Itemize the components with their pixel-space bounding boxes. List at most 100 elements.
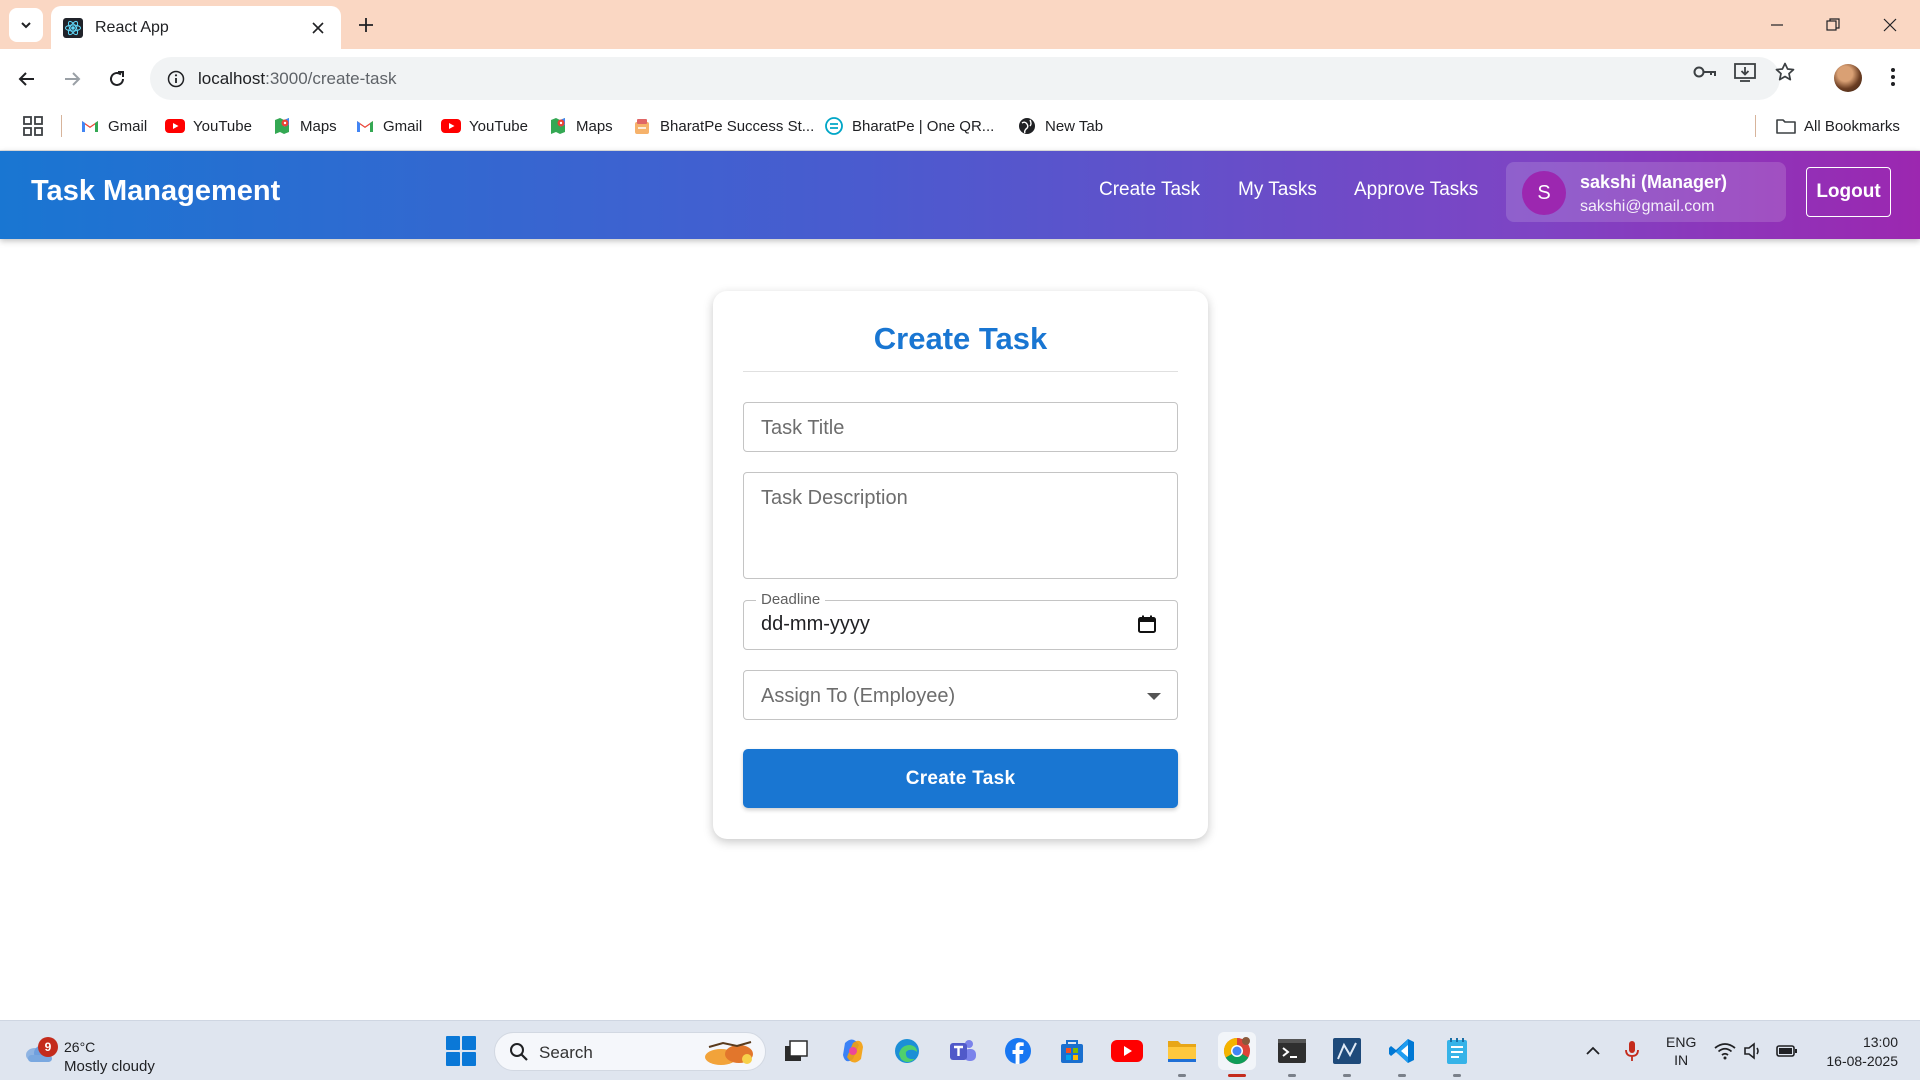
show-hidden-icons-button[interactable]: [1582, 1040, 1604, 1062]
facebook-button[interactable]: [999, 1032, 1037, 1070]
wifi-icon[interactable]: [1714, 1040, 1736, 1062]
edge-icon: [895, 1039, 919, 1063]
bookmarks-separator: [1755, 115, 1756, 137]
back-button[interactable]: [10, 62, 44, 96]
bookmark-maps-2[interactable]: Maps: [548, 113, 613, 139]
task-description-textarea[interactable]: Task Description: [743, 472, 1178, 579]
new-tab-button[interactable]: [352, 11, 380, 39]
bookmark-maps[interactable]: Maps: [272, 113, 337, 139]
notepad-icon: [1447, 1038, 1467, 1064]
minimize-button[interactable]: [1760, 8, 1794, 42]
search-icon: [510, 1043, 528, 1061]
close-tab-icon[interactable]: [307, 17, 329, 39]
bookmark-gmail[interactable]: Gmail: [80, 113, 147, 139]
nav-create-task[interactable]: Create Task: [1099, 179, 1200, 201]
task-view-button[interactable]: [777, 1032, 815, 1070]
url-host: localhost: [198, 68, 266, 88]
gmail-icon: [355, 116, 375, 136]
calendar-icon[interactable]: [1137, 614, 1157, 634]
system-clock[interactable]: 13:00 16-08-2025: [1816, 1033, 1898, 1071]
teams-button[interactable]: [944, 1032, 982, 1070]
bharatpe-qr-icon: [824, 116, 844, 136]
chrome-button[interactable]: [1218, 1032, 1256, 1070]
notification-badge: 9: [38, 1037, 58, 1057]
store-button[interactable]: [1053, 1032, 1091, 1070]
arrow-right-icon: [65, 72, 81, 86]
apps-grid-icon[interactable]: [22, 115, 44, 137]
create-task-button[interactable]: Create Task: [743, 749, 1178, 808]
battery-icon[interactable]: [1776, 1040, 1798, 1062]
volume-icon[interactable]: [1742, 1040, 1764, 1062]
weather-widget[interactable]: 9 26°C Mostly cloudy: [20, 1029, 170, 1075]
weather-condition: Mostly cloudy: [64, 1058, 155, 1075]
bookmark-youtube-2[interactable]: YouTube: [441, 113, 528, 139]
facebook-icon: [1005, 1038, 1031, 1064]
terminal-button[interactable]: [1273, 1032, 1311, 1070]
app-title: Task Management: [31, 175, 281, 207]
search-label: Search: [539, 1043, 593, 1062]
running-indicator: [1288, 1074, 1296, 1077]
taskbar-search[interactable]: Search: [494, 1032, 766, 1071]
logout-button[interactable]: Logout: [1806, 167, 1891, 217]
vscode-button[interactable]: [1383, 1032, 1421, 1070]
app-button-dev[interactable]: [1328, 1032, 1366, 1070]
deadline-value: dd-mm-yyyy: [761, 613, 870, 635]
arrow-left-icon: [18, 72, 34, 86]
running-indicator: [1178, 1074, 1186, 1077]
microphone-button[interactable]: [1621, 1040, 1643, 1062]
copilot-button[interactable]: [834, 1032, 872, 1070]
chrome-icon: [1223, 1037, 1250, 1065]
nav-approve-tasks[interactable]: Approve Tasks: [1354, 179, 1478, 201]
bookmark-label: Gmail: [383, 117, 423, 135]
close-window-button[interactable]: [1873, 8, 1907, 42]
deadline-date-field[interactable]: Deadline dd-mm-yyyy: [743, 591, 1178, 650]
avatar: S: [1522, 171, 1566, 215]
chevron-down-icon: [21, 22, 31, 29]
bookmark-gmail-2[interactable]: Gmail: [355, 113, 422, 139]
youtube-icon: [1111, 1040, 1143, 1062]
notepad-button[interactable]: [1438, 1032, 1476, 1070]
more-vertical-icon: [1891, 68, 1895, 86]
browser-tab-react-app[interactable]: React App: [51, 6, 341, 49]
bookmark-new-tab[interactable]: New Tab: [1017, 113, 1103, 139]
task-title-input[interactable]: Task Title: [743, 402, 1178, 452]
nav-my-tasks[interactable]: My Tasks: [1238, 179, 1317, 201]
forward-button[interactable]: [55, 62, 89, 96]
bookmark-star-icon[interactable]: [1770, 57, 1800, 87]
file-explorer-button[interactable]: [1163, 1032, 1201, 1070]
youtube-icon: [165, 116, 185, 136]
password-key-icon[interactable]: [1690, 57, 1720, 87]
windows-start-button[interactable]: [446, 1036, 476, 1066]
profile-avatar[interactable]: [1834, 64, 1862, 92]
maps-icon: [548, 116, 568, 136]
terminal-icon: [1278, 1039, 1306, 1063]
site-info-icon[interactable]: [164, 67, 188, 91]
search-highlight-icon: [705, 1041, 753, 1065]
language-indicator[interactable]: ENG IN: [1666, 1033, 1696, 1069]
restore-icon: [1826, 18, 1840, 31]
reload-button[interactable]: [100, 62, 134, 96]
page-title: Create Task: [873, 321, 1048, 356]
task-view-icon: [785, 1040, 808, 1061]
user-email: sakshi@gmail.com: [1580, 198, 1715, 215]
windows-logo-pane: [446, 1036, 460, 1050]
bookmark-youtube[interactable]: YouTube: [165, 113, 252, 139]
bookmark-bharatpe-qr[interactable]: BharatPe | One QR...: [824, 113, 994, 139]
chevron-up-icon: [1586, 1046, 1600, 1055]
all-bookmarks-button[interactable]: All Bookmarks: [1776, 113, 1900, 139]
youtube-app-button[interactable]: [1108, 1032, 1146, 1070]
bookmark-bharatpe-success[interactable]: BharatPe Success St...: [632, 113, 814, 139]
address-bar[interactable]: localhost:3000/create-task: [150, 57, 1780, 100]
install-app-icon[interactable]: [1730, 57, 1760, 87]
assign-to-select[interactable]: Assign To (Employee): [743, 670, 1178, 720]
youtube-icon: [441, 116, 461, 136]
tab-search-button[interactable]: [9, 8, 43, 42]
clock-date: 16-08-2025: [1826, 1053, 1898, 1069]
windows-logo-pane: [462, 1052, 476, 1066]
bharatpe-icon: [632, 116, 652, 136]
tab-title: React App: [95, 18, 169, 36]
edge-button[interactable]: [888, 1032, 926, 1070]
restore-button[interactable]: [1816, 8, 1850, 42]
browser-menu-button[interactable]: [1878, 62, 1908, 92]
windows-logo-pane: [446, 1052, 460, 1066]
